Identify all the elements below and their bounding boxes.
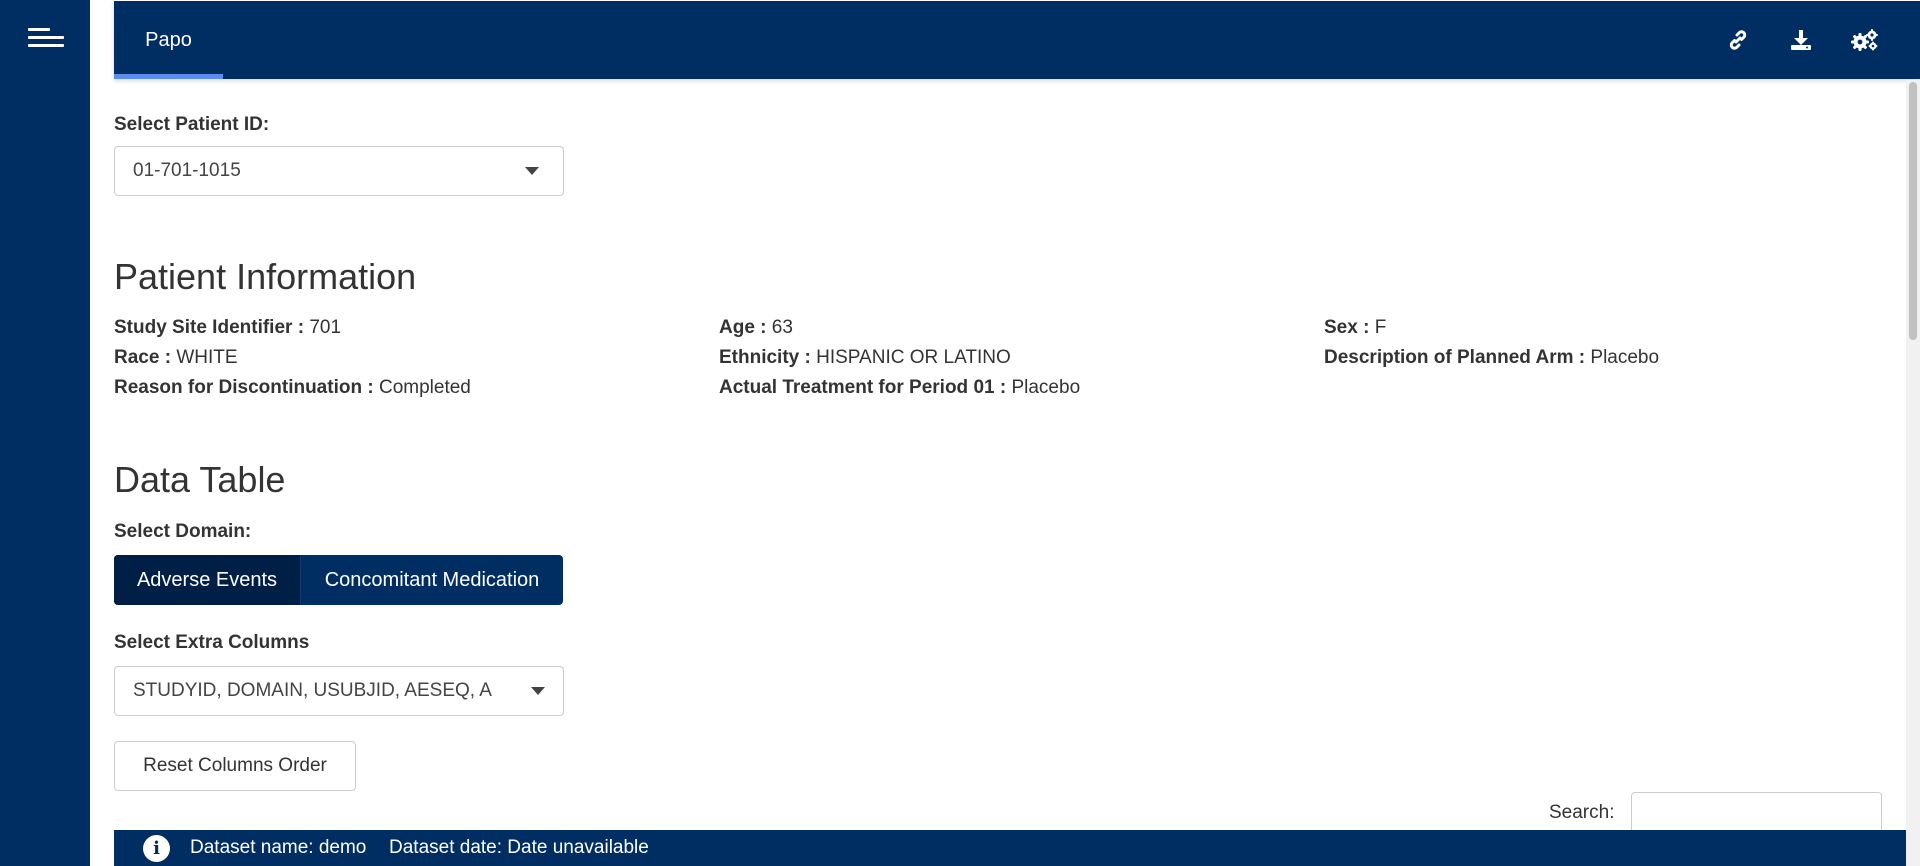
menu-toggle-icon[interactable] — [24, 24, 68, 52]
info-label: Actual Treatment for Period 01 : — [719, 377, 1007, 398]
search-label: Search: — [1549, 802, 1615, 823]
info-value: Completed — [378, 377, 471, 398]
dataset-info-bar: i Dataset name: demo Dataset date: Date … — [114, 830, 1906, 866]
info-label: Description of Planned Arm : — [1324, 347, 1586, 368]
info-label: Study Site Identifier : — [114, 317, 305, 338]
info-value: F — [1374, 317, 1387, 338]
domain-button-group: Adverse Events Concomitant Medication — [114, 555, 563, 605]
sidebar — [0, 0, 90, 866]
page-scrollbar[interactable] — [1906, 80, 1920, 866]
tab-papo-label: Papo — [145, 29, 192, 51]
info-label: Sex : — [1324, 317, 1370, 338]
main-content — [90, 0, 1920, 866]
domain-select-label: Select Domain: — [114, 521, 252, 542]
adverse-events-button[interactable]: Adverse Events — [114, 555, 300, 605]
info-value: HISPANIC OR LATINO — [816, 347, 1011, 368]
info-label: Age : — [719, 317, 767, 338]
data-table-title: Data Table — [114, 459, 286, 500]
link-icon[interactable] — [1721, 23, 1755, 57]
extra-columns-value: STUDYID, DOMAIN, USUBJID, AESEQ, A — [133, 680, 492, 701]
dataset-date: Dataset date: Date unavailable — [389, 837, 649, 858]
extra-columns-select[interactable]: STUDYID, DOMAIN, USUBJID, AESEQ, A — [114, 666, 564, 716]
info-label: Ethnicity : — [719, 347, 811, 368]
info-age: Age : 63 — [719, 317, 793, 339]
info-planned-arm: Description of Planned Arm : Placebo — [1324, 347, 1659, 369]
reset-columns-button[interactable]: Reset Columns Order — [114, 741, 356, 791]
info-ethnicity: Ethnicity : HISPANIC OR LATINO — [719, 347, 1011, 369]
info-actual-treatment: Actual Treatment for Period 01 : Placebo — [719, 377, 1080, 399]
info-label: Race : — [114, 347, 172, 368]
info-label: Reason for Discontinuation : — [114, 377, 374, 398]
chevron-down-icon — [531, 687, 545, 695]
info-value: 63 — [771, 317, 793, 338]
scrollbar-thumb[interactable] — [1909, 82, 1917, 340]
patient-info-title: Patient Information — [114, 256, 417, 297]
info-discontinuation: Reason for Discontinuation : Completed — [114, 377, 471, 399]
top-navbar: Papo — [114, 1, 1920, 79]
concomitant-medication-button[interactable]: Concomitant Medication — [300, 555, 563, 605]
patient-id-value: 01-701-1015 — [133, 160, 241, 181]
info-value: WHITE — [176, 347, 238, 368]
info-study-site: Study Site Identifier : 701 — [114, 317, 341, 339]
active-tab-indicator — [114, 74, 223, 79]
info-value: Placebo — [1011, 377, 1081, 398]
info-icon: i — [143, 835, 170, 862]
patient-select-label: Select Patient ID: — [114, 114, 270, 135]
dataset-name: Dataset name: demo — [190, 837, 367, 858]
info-race: Race : WHITE — [114, 347, 238, 369]
patient-id-select[interactable]: 01-701-1015 — [114, 146, 564, 196]
tab-papo[interactable]: Papo — [114, 1, 223, 79]
info-sex: Sex : F — [1324, 317, 1386, 339]
chevron-down-icon — [525, 167, 539, 175]
download-icon[interactable] — [1784, 23, 1818, 57]
info-value: Placebo — [1590, 347, 1660, 368]
info-value: 701 — [309, 317, 342, 338]
settings-icon[interactable] — [1848, 23, 1882, 57]
extra-columns-label: Select Extra Columns — [114, 632, 310, 653]
